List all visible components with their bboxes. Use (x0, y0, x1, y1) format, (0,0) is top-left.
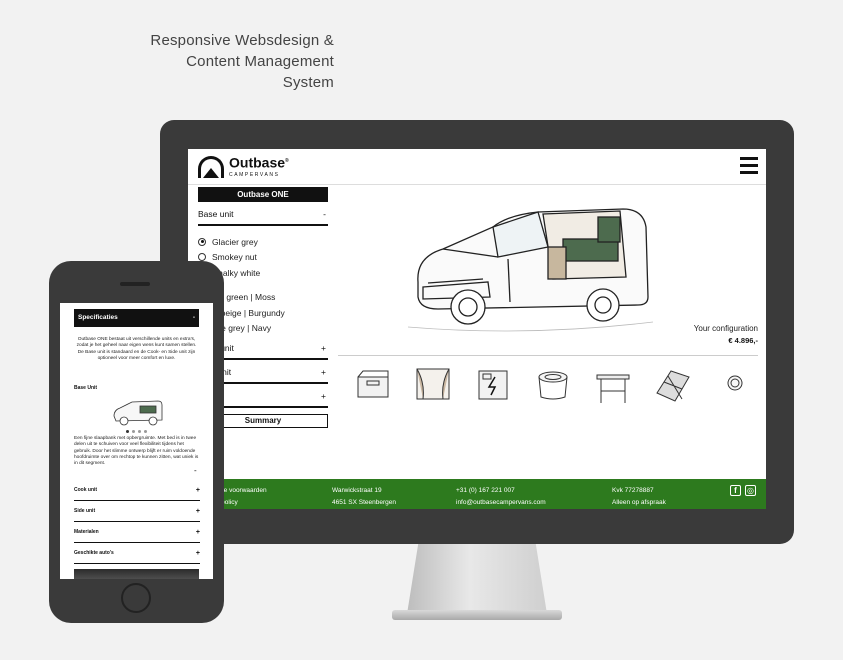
desktop-screen: Outbase® CAMPERVANS Outbase ONE Base uni… (188, 149, 766, 509)
divider (338, 355, 758, 356)
monitor-stand (407, 544, 547, 614)
mobile-base-title: Base Unit (74, 385, 98, 391)
product-title: Outbase ONE (198, 187, 328, 202)
mobile-van-image (113, 400, 163, 426)
collapse-toggle[interactable]: - (194, 466, 197, 475)
config-price: € 4.896,- (728, 336, 758, 345)
mobile-section-side-unit[interactable]: Side unit + (74, 501, 200, 522)
power-station-icon[interactable] (473, 363, 513, 407)
monitor-stand-base (392, 610, 562, 620)
headline: Responsive Websdesign & Content Manageme… (118, 30, 334, 93)
color-option-glacier-grey[interactable]: Glacier grey (198, 234, 328, 250)
carousel-dots[interactable] (126, 430, 147, 433)
facebook-icon[interactable]: f (730, 485, 741, 496)
footer-address-street: Warwickstraat 19 (332, 487, 382, 494)
mountain-logo-icon (198, 156, 224, 179)
mobile-intro-text: Outbase ONE bestaat uit verschillende un… (76, 337, 197, 361)
mobile-section-compatible-cars[interactable]: Geschikte auto's + (74, 543, 200, 564)
section-base-unit[interactable]: Base unit - (198, 202, 328, 226)
headline-line-1: Responsive Websdesign & (150, 32, 334, 49)
social-links: f ◎ (730, 485, 756, 496)
led-light-icon[interactable] (713, 363, 753, 407)
accessory-thumbnails (353, 363, 753, 409)
footer-appointment: Alleen op afspraak (612, 499, 666, 506)
site-footer: Algemene voorwaarden Privacy policy Warw… (188, 479, 766, 509)
radio-selected[interactable] (198, 237, 206, 246)
option-label: Smokey nut (212, 252, 257, 263)
headline-line-3: System (282, 74, 334, 91)
mobile-photo (74, 569, 199, 579)
section-label: Base unit (198, 209, 234, 219)
color-option-smokey-nut[interactable]: Smokey nut (198, 250, 328, 266)
cooler-box-icon[interactable] (353, 363, 393, 407)
collapse-toggle[interactable]: - (193, 309, 195, 327)
config-label: Your configuration (693, 324, 758, 333)
site-header: Outbase® CAMPERVANS (188, 149, 766, 185)
expand-toggle[interactable]: + (321, 360, 326, 382)
mobile-spec-header[interactable]: Specificaties - (74, 309, 199, 327)
option-label: Glacier grey (212, 236, 258, 247)
logo-name: Outbase® (229, 154, 289, 171)
mobile-section-materials[interactable]: Materialen + (74, 522, 200, 543)
footer-kvk: Kvk 77278887 (612, 487, 654, 494)
mobile-screen: Specificaties - Outbase ONE bestaat uit … (60, 303, 213, 579)
phone-home-button (121, 583, 151, 613)
phone-speaker (120, 282, 150, 286)
mobile-sections: Cook unit + Side unit + Materialen + Geschi… (74, 480, 200, 564)
folding-table-icon[interactable] (593, 363, 633, 407)
solar-panel-icon[interactable] (653, 363, 693, 407)
hamburger-menu-icon[interactable] (740, 157, 758, 175)
footer-address-city: 4651 SX Steenbergen (332, 499, 396, 506)
site-logo[interactable]: Outbase® CAMPERVANS (198, 155, 289, 180)
logo-subtitle: CAMPERVANS (229, 171, 280, 178)
footer-email[interactable]: info@outbasecampervans.com (456, 497, 546, 509)
mobile-base-description: Een fijne slaapbank met opbergruimte. Me… (74, 436, 199, 467)
expand-toggle[interactable]: + (321, 384, 326, 406)
headline-line-2: Content Management (186, 53, 334, 70)
expand-toggle[interactable]: + (321, 336, 326, 358)
toilet-icon[interactable] (533, 363, 573, 407)
footer-phone[interactable]: +31 (0) 167 221 007 (456, 485, 546, 497)
mobile-spec-title: Specificaties (78, 314, 118, 321)
campervan-illustration (407, 208, 654, 332)
collapse-toggle[interactable]: - (323, 202, 326, 224)
curtains-icon[interactable] (413, 363, 453, 407)
instagram-icon[interactable]: ◎ (745, 485, 756, 496)
mobile-section-cook-unit[interactable]: Cook unit + (74, 480, 200, 501)
